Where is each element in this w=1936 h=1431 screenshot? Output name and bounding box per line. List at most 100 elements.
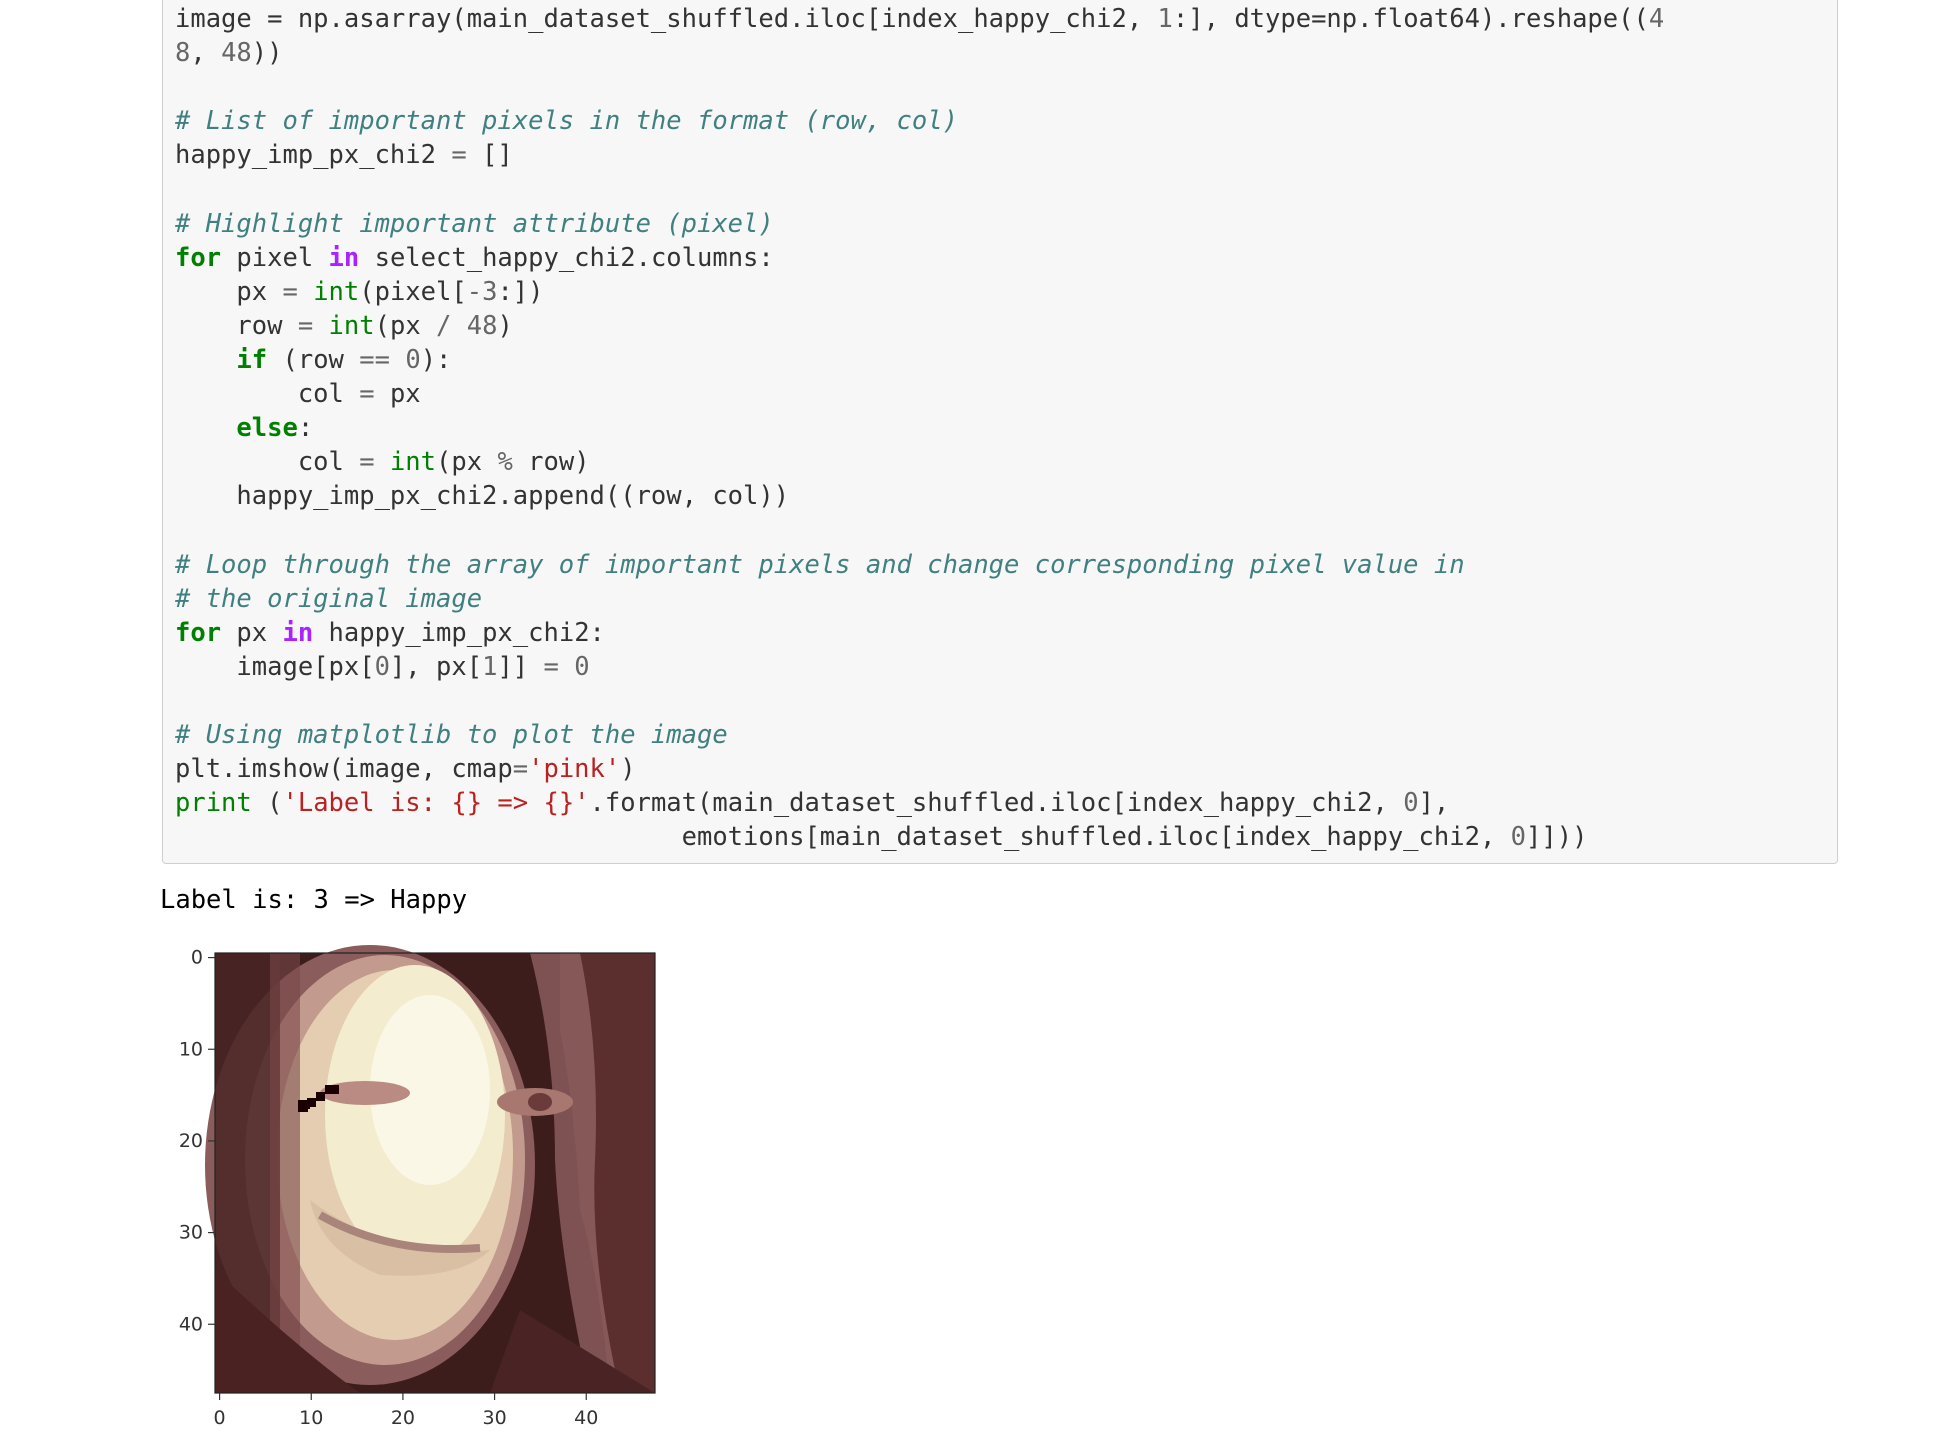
x-tick-label: 30: [482, 1407, 506, 1429]
code-token: row): [512, 447, 590, 478]
code-line[interactable]: col = int(px % row): [175, 445, 590, 479]
code-token: select_happy_chi2.columns:: [359, 242, 774, 273]
code-token: emotions[main_dataset_shuffled.iloc[inde…: [175, 822, 1511, 853]
code-token: []: [466, 140, 513, 171]
code-token: 0: [574, 651, 590, 682]
code-token: px: [374, 379, 421, 410]
code-token: happy_imp_px_chi2.append((row, col)): [175, 481, 790, 512]
code-token: # Loop through the array of important pi…: [175, 549, 1465, 580]
x-axis: 0 10 20 30 40: [214, 1393, 598, 1429]
code-line[interactable]: if (row == 0):: [175, 343, 451, 377]
x-tick-label: 40: [574, 1407, 598, 1429]
code-token: else: [236, 413, 298, 444]
y-tick-label: 0: [191, 947, 203, 969]
code-token: image[px[: [175, 651, 375, 682]
code-token: ==: [359, 345, 390, 375]
code-token: in: [328, 242, 360, 273]
code-token: 'Label is: {} => {}': [282, 788, 590, 819]
code-line[interactable]: happy_imp_px_chi2.append((row, col)): [175, 479, 789, 513]
code-token: =: [543, 651, 559, 682]
code-token: happy_imp_px_chi2:: [313, 617, 605, 648]
code-line[interactable]: emotions[main_dataset_shuffled.iloc[inde…: [175, 820, 1588, 854]
code-token: pixel: [221, 242, 329, 273]
x-tick-label: 0: [214, 1407, 226, 1429]
code-token: 'pink': [528, 754, 621, 785]
code-token: plt.imshow(image, cmap: [175, 754, 513, 785]
code-line[interactable]: row = int(px / 48): [175, 309, 512, 343]
code-token: (px: [374, 310, 437, 341]
code-token: (: [251, 788, 283, 819]
y-tick-label: 10: [179, 1038, 203, 1060]
code-token: for: [175, 617, 222, 648]
code-token: px: [175, 276, 283, 307]
code-line[interactable]: print ('Label is: {} => {}'.format(main_…: [175, 786, 1449, 820]
code-line[interactable]: # the original image: [175, 582, 482, 616]
code-token: (row: [267, 345, 360, 375]
code-token: for: [175, 242, 222, 273]
output-text: Label is: 3 => Happy: [160, 885, 468, 915]
code-token: ]])): [1526, 822, 1588, 853]
code-token: 48: [221, 38, 252, 69]
code-line[interactable]: # Highlight important attribute (pixel): [175, 207, 774, 241]
code-line[interactable]: happy_imp_px_chi2 = []: [175, 138, 513, 172]
code-token: # Using matplotlib to plot the image: [175, 720, 728, 751]
code-token: px: [221, 617, 283, 648]
code-line[interactable]: px = int(pixel[-3:]): [175, 275, 544, 309]
code-token: ],: [1418, 788, 1450, 819]
code-token: =: [451, 140, 467, 171]
code-token: 1: [1157, 4, 1173, 34]
code-token: int: [328, 310, 375, 341]
code-token: ,: [190, 38, 222, 69]
code-token: ): [620, 754, 636, 785]
code-line[interactable]: 8, 48)): [175, 36, 283, 70]
y-tick-label: 20: [179, 1130, 203, 1152]
code-token: 0: [1510, 822, 1527, 853]
code-line[interactable]: # List of important pixels in the format…: [175, 104, 958, 138]
code-token: 0: [405, 345, 421, 375]
code-line[interactable]: image = np.asarray(main_dataset_shuffled…: [175, 2, 1664, 36]
code-token: (px: [436, 447, 498, 478]
code-token: # the original image: [175, 583, 483, 614]
code-token: row: [175, 310, 298, 341]
image-area: [205, 945, 656, 1394]
code-line[interactable]: col = px: [175, 377, 421, 411]
code-line[interactable]: for pixel in select_happy_chi2.columns:: [175, 241, 774, 275]
code-token: :]): [497, 276, 544, 307]
y-tick-label: 40: [179, 1313, 203, 1335]
code-line[interactable]: # Using matplotlib to plot the image: [175, 718, 728, 752]
image-plot: 0 10 20 30 40 0 10 20 30 40: [179, 945, 656, 1429]
code-line[interactable]: for px in happy_imp_px_chi2:: [175, 616, 605, 650]
code-token: ], px[: [389, 651, 483, 682]
code-token: # List of important pixels in the format…: [175, 106, 958, 137]
code-token: =: [359, 379, 375, 410]
code-token: col: [175, 379, 360, 410]
code-token: col: [175, 447, 360, 478]
x-tick-label: 20: [391, 1407, 415, 1429]
code-token: if: [236, 345, 268, 375]
code-token: )): [251, 38, 283, 69]
code-line[interactable]: image[px[0], px[1]] = 0: [175, 650, 590, 684]
y-axis: 0 10 20 30 40: [179, 947, 215, 1335]
code-token: ):: [420, 345, 452, 375]
code-token: %: [497, 447, 513, 478]
code-token: .format(main_dataset_shuffled.iloc[index…: [589, 788, 1404, 819]
code-token: 1: [482, 651, 498, 682]
code-line[interactable]: else:: [175, 411, 313, 445]
code-token: -: [466, 276, 483, 307]
code-token: 0: [374, 651, 390, 682]
code-line[interactable]: plt.imshow(image, cmap='pink'): [175, 752, 636, 786]
code-token: in: [282, 617, 314, 648]
code-line[interactable]: # Loop through the array of important pi…: [175, 548, 1465, 582]
code-token: int: [389, 447, 437, 478]
code-token: /: [436, 310, 452, 341]
code-token: :], dtype=np.float64).reshape((: [1172, 4, 1649, 34]
code-token: (pixel[: [359, 276, 467, 307]
code-token: =: [297, 310, 314, 341]
code-token: =: [512, 754, 529, 785]
